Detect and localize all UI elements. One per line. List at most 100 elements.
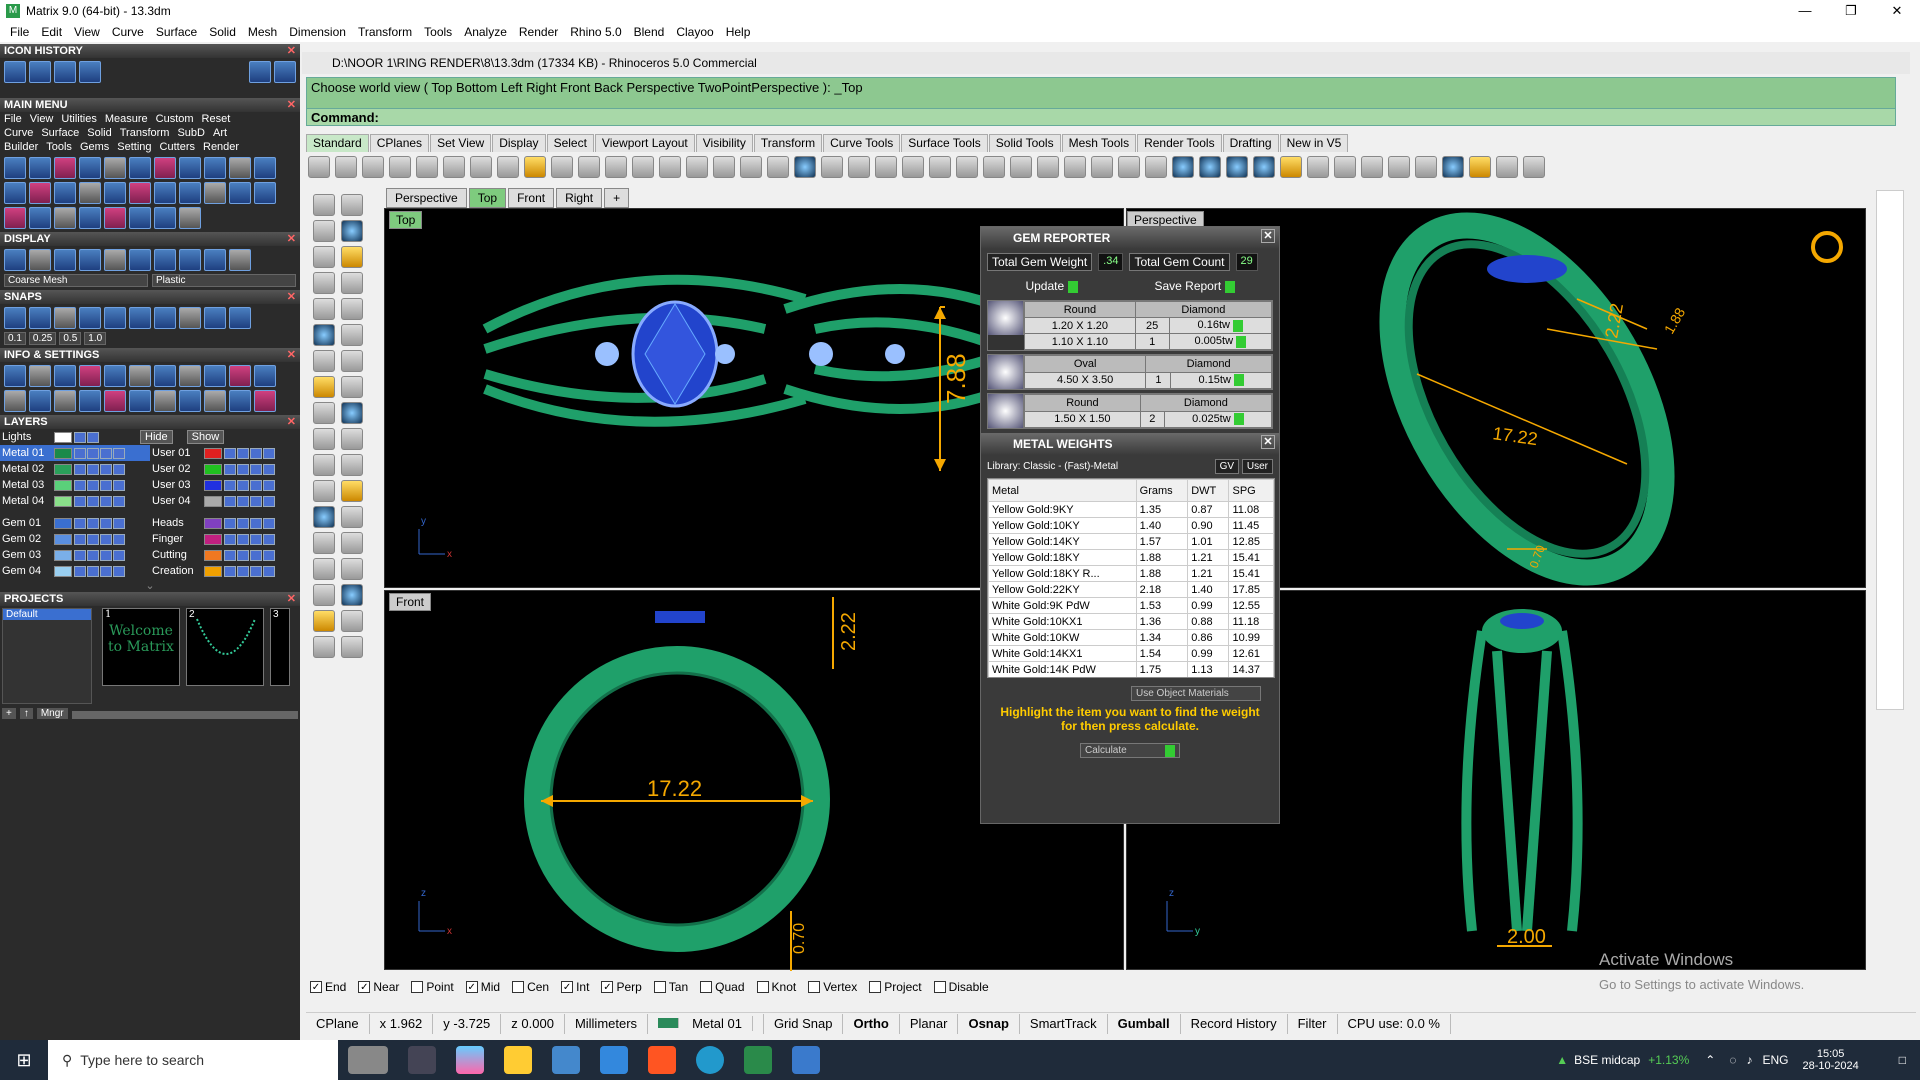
gem-detail-button[interactable] — [1232, 319, 1243, 332]
info-icon[interactable] — [254, 365, 276, 387]
property-cell[interactable] — [1877, 471, 1903, 491]
property-cell[interactable] — [1877, 431, 1903, 451]
hide-button[interactable]: Hide — [140, 430, 173, 444]
show-button[interactable]: Show — [186, 430, 225, 444]
search-highlight-icon[interactable] — [348, 1046, 388, 1074]
toolbar-icon[interactable] — [443, 156, 465, 178]
metal-row[interactable]: White Gold:10KX1 1.36 0.88 11.18 — [988, 613, 1274, 630]
display-icon[interactable] — [4, 249, 26, 271]
info-icon[interactable] — [254, 390, 276, 412]
modeling-tool-icon[interactable] — [341, 402, 363, 424]
network-icon[interactable]: ◌ — [1729, 1053, 1736, 1067]
info-icon[interactable] — [154, 365, 176, 387]
osnap-perp[interactable]: ✓ Perp — [601, 980, 642, 994]
layer-toggle-icon[interactable] — [87, 533, 99, 545]
project-thumb-1[interactable]: 1 Welcome to Matrix — [102, 608, 180, 686]
units-label[interactable]: Millimeters — [565, 1013, 649, 1034]
property-cell[interactable] — [1877, 411, 1903, 431]
tool-icon[interactable] — [54, 207, 76, 229]
layer-toggle-icon[interactable] — [237, 447, 249, 459]
tool-icon[interactable] — [79, 157, 101, 179]
viewport-tab-front[interactable]: Front — [508, 188, 555, 208]
display-icon[interactable] — [54, 249, 76, 271]
tab-surface-tools[interactable]: Surface Tools — [901, 134, 988, 152]
info-icon[interactable] — [204, 390, 226, 412]
main-menu-item-measure[interactable]: Measure — [105, 113, 148, 125]
viewport-top-label[interactable]: Top — [389, 211, 423, 229]
close-metal-weights-button[interactable]: ✕ — [1261, 435, 1275, 449]
layer-color-swatch[interactable] — [204, 447, 222, 459]
property-cell[interactable] — [1877, 211, 1903, 231]
checkbox-icon[interactable] — [933, 981, 946, 993]
status-smarttrack[interactable]: SmartTrack — [1020, 1013, 1108, 1034]
toolbar-icon[interactable] — [524, 156, 546, 178]
property-cell[interactable] — [1877, 351, 1903, 371]
toolbar-icon[interactable] — [1118, 156, 1140, 178]
toolbar-icon[interactable] — [497, 156, 519, 178]
tool-icon[interactable] — [54, 182, 76, 204]
toolbar-icon[interactable] — [578, 156, 600, 178]
toolbar-icon[interactable] — [794, 156, 816, 178]
layer-row[interactable]: Gem 04 — [0, 563, 150, 579]
modeling-tool-icon[interactable] — [313, 402, 335, 424]
project-thumb-3[interactable]: 3 — [270, 608, 290, 686]
layer-row[interactable]: User 03 — [150, 477, 300, 493]
layer-toggle-icon[interactable] — [113, 447, 125, 459]
toolbar-icon[interactable] — [470, 156, 492, 178]
modeling-tool-icon[interactable] — [313, 350, 335, 372]
layer-toggle-icon[interactable] — [250, 495, 262, 507]
snap-value[interactable]: 0.25 — [28, 332, 57, 345]
main-menu-item-transform[interactable]: Transform — [120, 127, 170, 139]
menu-mesh[interactable]: Mesh — [242, 25, 283, 39]
checkbox-icon[interactable] — [869, 981, 882, 993]
tool-icon[interactable] — [154, 207, 176, 229]
tool-icon[interactable] — [229, 182, 251, 204]
modeling-tool-icon[interactable] — [313, 220, 335, 242]
metal-row[interactable]: White Gold:10KW 1.34 0.86 10.99 — [988, 629, 1274, 646]
menu-surface[interactable]: Surface — [150, 25, 203, 39]
menu-render[interactable]: Render — [513, 25, 564, 39]
menu-file[interactable]: File — [4, 25, 35, 39]
tool-icon[interactable] — [179, 207, 201, 229]
layer-toggle-icon[interactable] — [263, 517, 275, 529]
modeling-tool-icon[interactable] — [341, 194, 363, 216]
osnap-project[interactable]: Project — [869, 980, 922, 994]
history-icon[interactable] — [79, 61, 101, 83]
display-icon[interactable] — [29, 249, 51, 271]
close-gem-reporter-button[interactable]: ✕ — [1261, 229, 1275, 243]
checkbox-icon[interactable]: ✓ — [601, 981, 614, 993]
status-cpu-use-0-0-[interactable]: CPU use: 0.0 % — [1338, 1013, 1451, 1034]
layer-color-swatch[interactable] — [204, 517, 222, 529]
layer-row[interactable]: Metal 02 — [0, 461, 150, 477]
layer-toggle-icon[interactable] — [237, 533, 249, 545]
main-menu-item-cutters[interactable]: Cutters — [160, 141, 195, 153]
windows-start-icon[interactable]: ⊞ — [0, 1050, 48, 1071]
tab-cplanes[interactable]: CPlanes — [369, 134, 430, 152]
layer-color-swatch[interactable] — [54, 447, 72, 459]
modeling-tool-icon[interactable] — [341, 220, 363, 242]
modeling-tool-icon[interactable] — [341, 428, 363, 450]
modeling-tool-icon[interactable] — [313, 610, 335, 632]
menu-tools[interactable]: Tools — [418, 25, 458, 39]
layer-row[interactable]: Metal 04 — [0, 493, 150, 509]
tab-drafting[interactable]: Drafting — [1222, 134, 1279, 152]
snap-value[interactable]: 0.1 — [4, 332, 26, 345]
toolbar-icon[interactable] — [335, 156, 357, 178]
layer-row[interactable]: Finger — [150, 531, 300, 547]
info-icon[interactable] — [179, 365, 201, 387]
tab-render-tools[interactable]: Render Tools — [1137, 134, 1222, 152]
toolbar-icon[interactable] — [1307, 156, 1329, 178]
layer-toggle-icon[interactable] — [237, 495, 249, 507]
osnap-int[interactable]: ✓ Int — [561, 980, 589, 994]
layer-toggle-icon[interactable] — [87, 565, 99, 577]
checkbox-icon[interactable] — [808, 981, 821, 993]
layer-toggle-icon[interactable] — [113, 549, 125, 561]
checkbox-icon[interactable] — [700, 981, 713, 993]
modeling-tool-icon[interactable] — [313, 194, 335, 216]
add-project-button[interactable]: + — [2, 708, 16, 719]
tray-chevron-icon[interactable]: ⌃ — [1705, 1053, 1715, 1067]
gem-detail-button[interactable] — [1236, 335, 1247, 348]
gv-button[interactable]: GV — [1214, 459, 1240, 474]
layer-toggle-icon[interactable] — [224, 479, 236, 491]
checkbox-icon[interactable]: ✓ — [310, 981, 322, 993]
